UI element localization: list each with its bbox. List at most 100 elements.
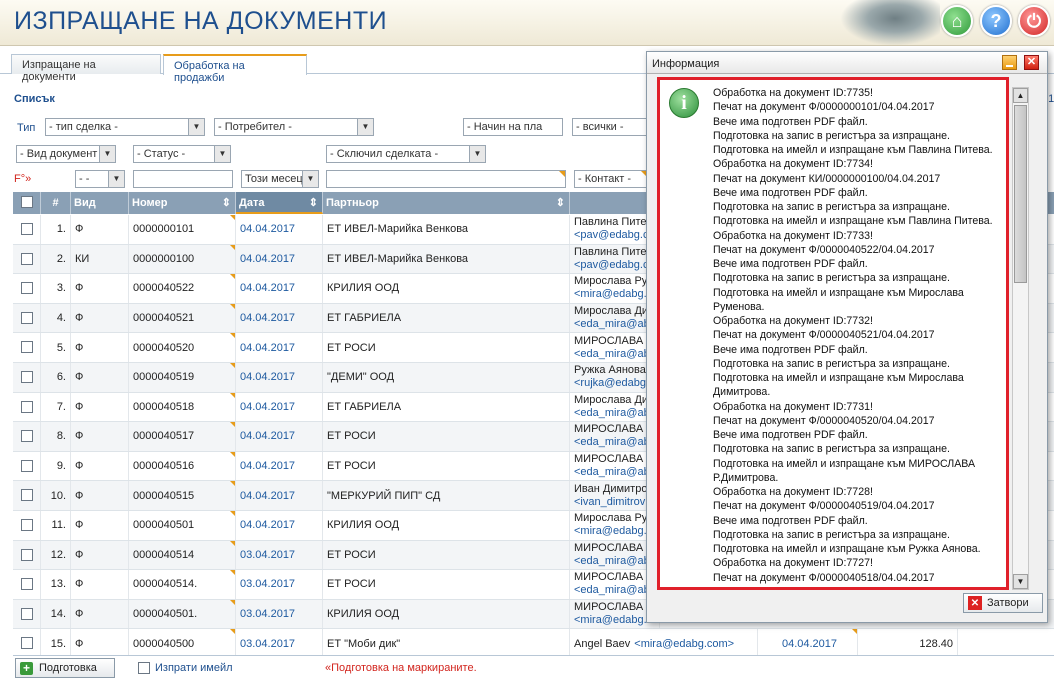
doc-date[interactable]: 04.04.2017 — [236, 392, 323, 422]
col-type[interactable]: Вид — [71, 192, 129, 214]
minimize-icon[interactable] — [1002, 55, 1017, 70]
doc-date[interactable]: 04.04.2017 — [236, 363, 323, 392]
power-icon[interactable]: ⏻ — [1018, 5, 1050, 37]
contact-email[interactable]: <eda_mira@abv — [574, 466, 655, 479]
chevron-down-icon: ▼ — [214, 146, 230, 162]
doc-type: Ф — [71, 511, 129, 540]
row-number: 8. — [41, 422, 71, 451]
doc-date[interactable]: 04.04.2017 — [236, 274, 323, 303]
message-line: Подготовка на запис в регистъра за изпра… — [713, 443, 950, 456]
contact-email[interactable]: <eda_mira@abv — [574, 318, 655, 331]
message-line: Обработка на документ ID:7735! — [713, 87, 873, 99]
col-number[interactable]: # — [41, 192, 71, 214]
message-line: Подготовка на запис в регистъра за изпра… — [713, 528, 950, 541]
row-checkbox[interactable] — [21, 607, 33, 620]
col-doc-number-label: Номер — [132, 197, 168, 209]
message-line: Подготовка на имейл и изпращане към МИРО… — [713, 457, 976, 470]
deal-type-select[interactable]: - тип сделка - ▼ — [45, 118, 205, 136]
send-email-checkbox[interactable] — [138, 662, 150, 674]
row-checkbox[interactable] — [21, 459, 33, 472]
row-checkbox[interactable] — [21, 548, 33, 561]
col-doc-number[interactable]: Номер ⇕ — [129, 192, 236, 214]
dash-select[interactable]: - - ▼ — [75, 170, 125, 188]
contact-email[interactable]: <pav@edabg.co — [574, 259, 655, 272]
row-checkbox[interactable] — [21, 371, 33, 383]
doc-date[interactable]: 04.04.2017 — [236, 333, 323, 362]
doc-date[interactable]: 04.04.2017 — [236, 511, 323, 540]
message-line: Печат на документ Ф/0000040521/04.04.201… — [713, 329, 935, 342]
doc-date[interactable]: 04.04.2017 — [236, 215, 323, 244]
doc-date[interactable]: 03.04.2017 — [236, 629, 323, 658]
message-line: Вече има подготвен PDF файл. — [713, 186, 868, 199]
row-checkbox[interactable] — [21, 637, 33, 650]
dialog-scrollbar[interactable]: ▲ ▼ — [1012, 87, 1029, 590]
number-input[interactable] — [133, 170, 233, 188]
contact-email[interactable]: <ivan_dimitrov — [574, 496, 645, 509]
row-checkbox[interactable] — [21, 223, 33, 235]
row-checkbox[interactable] — [21, 341, 33, 354]
contact-cell: Angel Baev <mira@edabg.com> — [570, 629, 758, 658]
row-number: 15. — [41, 629, 71, 658]
tab-send-documents[interactable]: Изпращане на документи — [11, 54, 161, 83]
row-number: 12. — [41, 540, 71, 570]
doc-date[interactable]: 04.04.2017 — [236, 303, 323, 333]
contact-email[interactable]: <eda_mira@abv — [574, 407, 655, 420]
contact-input[interactable]: - Контакт - — [574, 170, 648, 188]
doc-number: 0000040501 — [129, 511, 236, 540]
scroll-thumb[interactable] — [1014, 105, 1027, 283]
contact-email[interactable]: <eda_mira@abv — [574, 348, 655, 361]
doc-date[interactable]: 04.04.2017 — [236, 422, 323, 451]
row-select-cell — [13, 215, 41, 244]
payment-select[interactable]: - Начин на пла — [463, 118, 563, 136]
partner-input[interactable] — [326, 170, 566, 188]
status-select[interactable]: - Статус - ▼ — [133, 145, 231, 163]
doc-date[interactable]: 04.04.2017 — [236, 481, 323, 510]
row-checkbox[interactable] — [21, 578, 33, 591]
partner-name: ЕТ ГАБРИЕЛА — [323, 392, 570, 422]
row-checkbox[interactable] — [21, 311, 33, 324]
col-partner[interactable]: Партньор ⇕ — [323, 192, 570, 214]
row-checkbox[interactable] — [21, 282, 33, 295]
help-icon[interactable]: ? — [980, 5, 1012, 37]
period-value: Този месец — [245, 173, 303, 185]
row-checkbox[interactable] — [21, 400, 33, 413]
doc-date[interactable]: 04.04.2017 — [236, 451, 323, 481]
contact-email[interactable]: <eda_mira@abv — [574, 584, 655, 597]
prepare-button[interactable]: + Подготовка — [15, 658, 115, 678]
doc-date[interactable]: 03.04.2017 — [236, 540, 323, 570]
row-number: 6. — [41, 363, 71, 392]
contact-email[interactable]: <mira@edabg.com> — [634, 638, 734, 650]
period-select[interactable]: Този месец ▼ — [241, 170, 319, 188]
dialog-titlebar[interactable]: Информация ✕ — [647, 52, 1047, 74]
contact-email[interactable]: <pav@edabg.co — [574, 229, 655, 242]
dialog-message: Обработка на документ ID:7735! Печат на д… — [713, 86, 1009, 586]
doc-date[interactable]: 03.04.2017 — [236, 599, 323, 629]
contact-email[interactable]: <rujka@edabg. — [574, 377, 649, 390]
col-date[interactable]: Дата ⇕ — [236, 192, 323, 214]
message-line: Обработка на документ ID:7731! — [713, 400, 873, 413]
scroll-down-icon[interactable]: ▼ — [1013, 574, 1028, 589]
select-all-checkbox[interactable] — [21, 196, 33, 208]
dialog-close-button[interactable]: ✕ Затвори — [963, 593, 1043, 613]
row-checkbox[interactable] — [21, 489, 33, 502]
message-line: Подготовка на запис в регистъра за изпра… — [713, 201, 950, 213]
concluded-select[interactable]: - Сключил сделката - ▼ — [326, 145, 486, 163]
row-checkbox[interactable] — [21, 430, 33, 443]
doc-date[interactable]: 03.04.2017 — [236, 570, 323, 599]
tab-sales-processing[interactable]: Обработка на продажби — [163, 54, 307, 84]
partner-name: КРИЛИЯ ООД — [323, 599, 570, 629]
close-icon[interactable]: ✕ — [1024, 55, 1039, 70]
dialog-close-label: Затвори — [987, 597, 1029, 609]
user-select[interactable]: - Потребител - ▼ — [214, 118, 374, 136]
row-checkbox[interactable] — [21, 519, 33, 531]
contact-email[interactable]: <eda_mira@abv — [574, 436, 655, 449]
scroll-up-icon[interactable]: ▲ — [1013, 88, 1028, 103]
row-checkbox[interactable] — [21, 252, 33, 265]
home-icon[interactable]: ⌂ — [941, 5, 973, 37]
doc-date-2[interactable]: 04.04.2017 — [758, 629, 858, 658]
doc-type-select[interactable]: - Вид документ ▼ — [16, 145, 116, 163]
chevron-down-icon: ▼ — [302, 171, 318, 187]
all-select[interactable]: - всички - — [572, 118, 648, 136]
contact-email[interactable]: <eda_mira@abv — [574, 555, 655, 568]
doc-date[interactable]: 04.04.2017 — [236, 244, 323, 274]
